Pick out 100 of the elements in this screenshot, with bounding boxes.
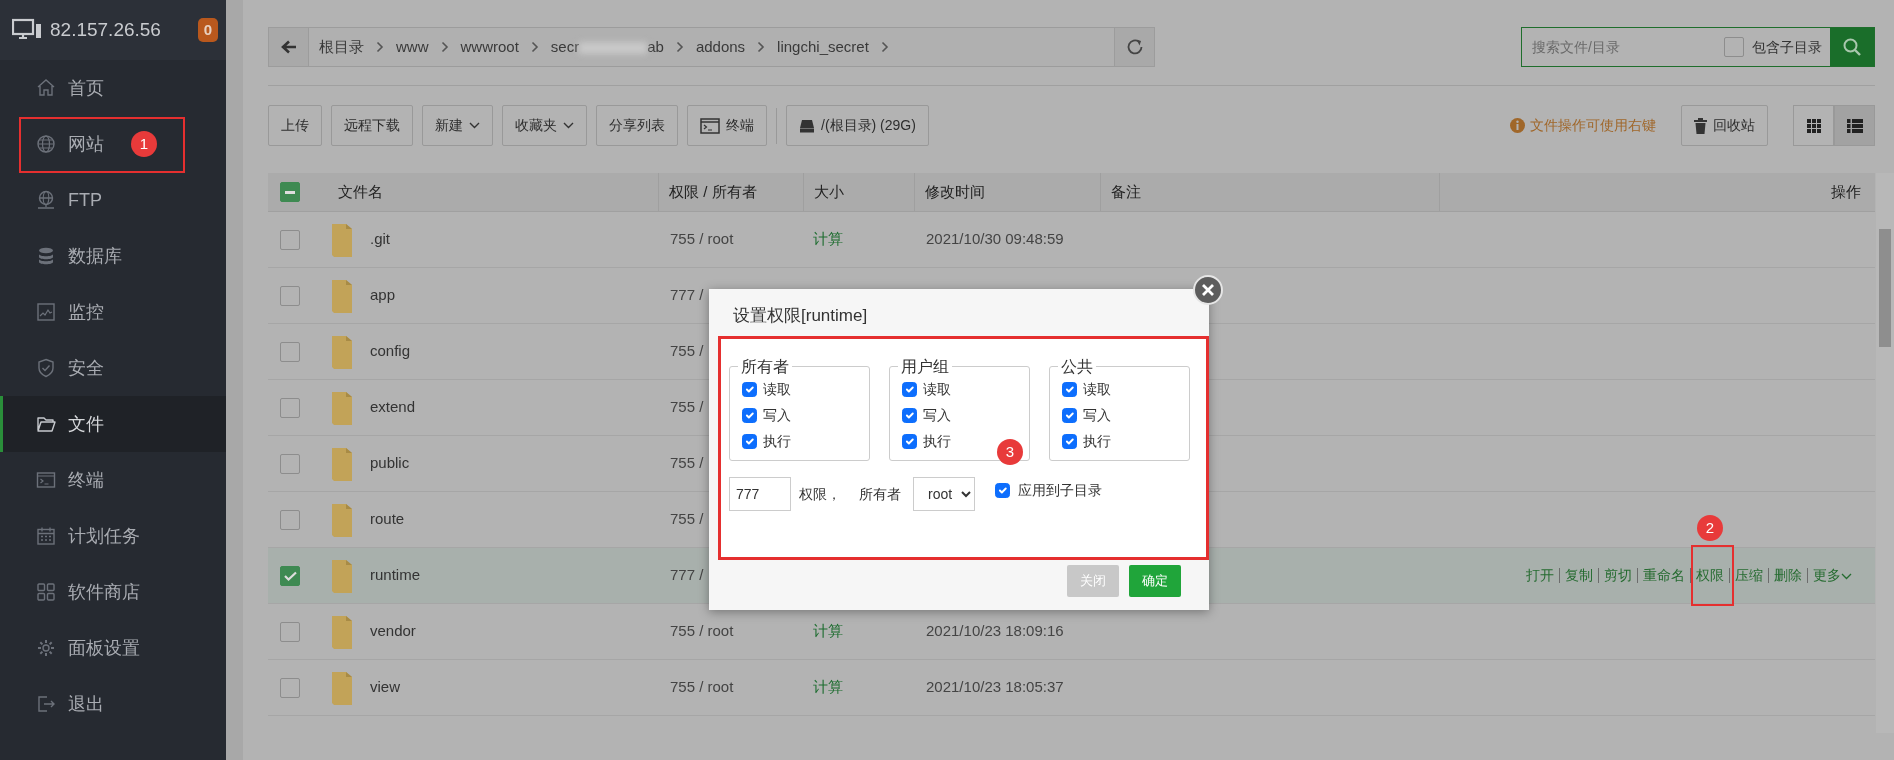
action-link[interactable]: 更多: [1810, 565, 1855, 586]
permission-text[interactable]: 755 /: [658, 340, 704, 363]
permission-text[interactable]: 755 / root: [658, 620, 734, 643]
permission-text[interactable]: 755 / root: [658, 676, 734, 699]
file-name[interactable]: .git: [370, 228, 390, 251]
toolbar-button[interactable]: 上传: [268, 105, 322, 146]
toolbar-button[interactable]: 远程下载: [331, 105, 413, 146]
file-name[interactable]: extend: [370, 396, 416, 419]
row-checkbox[interactable]: [280, 341, 300, 362]
scrollbar[interactable]: [1876, 173, 1894, 733]
calculate-link[interactable]: 计算: [803, 620, 843, 643]
permission-text[interactable]: 777 /: [658, 284, 704, 307]
checkbox[interactable]: [995, 482, 1010, 498]
breadcrumb-link[interactable]: www: [392, 35, 433, 59]
breadcrumb-link[interactable]: 根目录: [315, 35, 368, 59]
checkbox-label: 执行: [923, 431, 951, 451]
permission-text[interactable]: 755 /: [658, 396, 704, 419]
row-checkbox[interactable]: [280, 453, 300, 474]
refresh-icon: [1125, 38, 1144, 56]
column-header[interactable]: 权限 / 所有者: [669, 180, 757, 204]
search-field[interactable]: 搜索文件/目录 包含子目录: [1521, 27, 1875, 67]
checkbox[interactable]: [1062, 433, 1077, 449]
row-checkbox[interactable]: [280, 229, 300, 250]
action-link[interactable]: 剪切: [1601, 565, 1635, 586]
row-checkbox[interactable]: [280, 621, 300, 642]
column-header[interactable]: 备注: [1111, 180, 1141, 204]
permission-field[interactable]: 777: [729, 477, 791, 512]
field-label: 权限，: [799, 484, 841, 504]
network-globe-icon: [36, 190, 56, 210]
checkbox[interactable]: [902, 407, 917, 423]
breadcrumb-link[interactable]: wwwroot: [456, 35, 523, 59]
column-header[interactable]: 文件名: [338, 180, 383, 204]
action-link[interactable]: 打开: [1523, 565, 1557, 586]
checkbox[interactable]: [742, 433, 757, 449]
file-name[interactable]: app: [370, 284, 396, 307]
permission-text[interactable]: 755 /: [658, 508, 704, 531]
permission-text[interactable]: 777 /: [658, 564, 704, 587]
row-checkbox[interactable]: [280, 509, 300, 530]
modified-time: 2021/10/30 09:48:59: [925, 229, 1064, 250]
sidebar-item[interactable]: 终端: [0, 452, 226, 508]
refresh-button[interactable]: [1114, 28, 1154, 66]
file-name[interactable]: runtime: [370, 564, 421, 587]
sidebar-item[interactable]: 安全: [0, 340, 226, 396]
dropdown-button[interactable]: 收藏夹: [502, 105, 587, 146]
file-name[interactable]: config: [370, 340, 411, 363]
checkbox[interactable]: [1062, 407, 1077, 423]
checkbox[interactable]: [1724, 37, 1744, 57]
checkbox[interactable]: [742, 381, 757, 397]
toolbar-button[interactable]: 分享列表: [596, 105, 678, 146]
action-link[interactable]: 复制: [1562, 565, 1596, 586]
search-input[interactable]: 搜索文件/目录: [1522, 35, 1724, 59]
calculate-link[interactable]: 计算: [803, 228, 843, 251]
confirm-button[interactable]: 确定: [1129, 565, 1181, 597]
row-checkbox[interactable]: [280, 565, 300, 586]
sidebar-item[interactable]: 计划任务: [0, 508, 226, 564]
file-name[interactable]: public: [370, 452, 410, 475]
action-link[interactable]: 权限: [1693, 565, 1727, 586]
caret-icon: [563, 122, 574, 129]
sidebar-item[interactable]: 文件: [0, 396, 226, 452]
search-button[interactable]: [1830, 28, 1874, 66]
hint-text: 文件操作可使用右键: [1530, 116, 1656, 135]
column-header[interactable]: 修改时间: [925, 180, 985, 204]
back-button[interactable]: [269, 28, 309, 66]
sidebar-item[interactable]: 退出: [0, 676, 226, 732]
drive-icon: [799, 118, 815, 133]
file-name[interactable]: vendor: [370, 620, 416, 643]
checkbox[interactable]: [1062, 381, 1077, 397]
select-all-checkbox[interactable]: [280, 182, 300, 202]
calculate-link[interactable]: 计算: [803, 676, 843, 699]
view-toggle-button[interactable]: [1793, 105, 1834, 146]
sidebar-item[interactable]: 面板设置: [0, 620, 226, 676]
alert-count-badge[interactable]: 0: [197, 17, 218, 43]
permission-text[interactable]: 755 / root: [658, 228, 734, 251]
row-checkbox[interactable]: [280, 677, 300, 698]
sidebar-item[interactable]: 网站 1: [0, 116, 226, 172]
permission-text[interactable]: 755 /: [658, 452, 704, 475]
owner-select[interactable]: root: [913, 477, 975, 512]
breadcrumb-link[interactable]: lingchi_secret: [773, 35, 873, 59]
sidebar-item[interactable]: 软件商店: [0, 564, 226, 620]
checkbox[interactable]: [902, 433, 917, 449]
sidebar-item[interactable]: 数据库: [0, 228, 226, 284]
sidebar-item[interactable]: 监控: [0, 284, 226, 340]
row-checkbox[interactable]: [280, 285, 300, 306]
toolbar-button[interactable]: /(根目录) (29G): [786, 105, 929, 146]
view-toggle-button[interactable]: [1834, 105, 1875, 146]
toolbar-button[interactable]: 终端: [687, 105, 767, 146]
file-name[interactable]: view: [370, 676, 400, 699]
dropdown-button[interactable]: 新建: [422, 105, 493, 146]
column-header[interactable]: 大小: [814, 180, 844, 204]
sidebar-item[interactable]: 首页: [0, 60, 226, 116]
checkbox[interactable]: [902, 381, 917, 397]
file-name[interactable]: route: [370, 508, 405, 531]
checkbox[interactable]: [742, 407, 757, 423]
recycle-bin-button[interactable]: 回收站: [1681, 105, 1768, 146]
row-checkbox[interactable]: [280, 397, 300, 418]
breadcrumb-link[interactable]: secr ab: [546, 35, 668, 59]
breadcrumb-link[interactable]: addons: [691, 35, 750, 59]
sidebar-item[interactable]: FTP: [0, 172, 226, 228]
action-link[interactable]: 压缩: [1732, 565, 1766, 586]
column-header[interactable]: 操作: [1831, 180, 1861, 204]
